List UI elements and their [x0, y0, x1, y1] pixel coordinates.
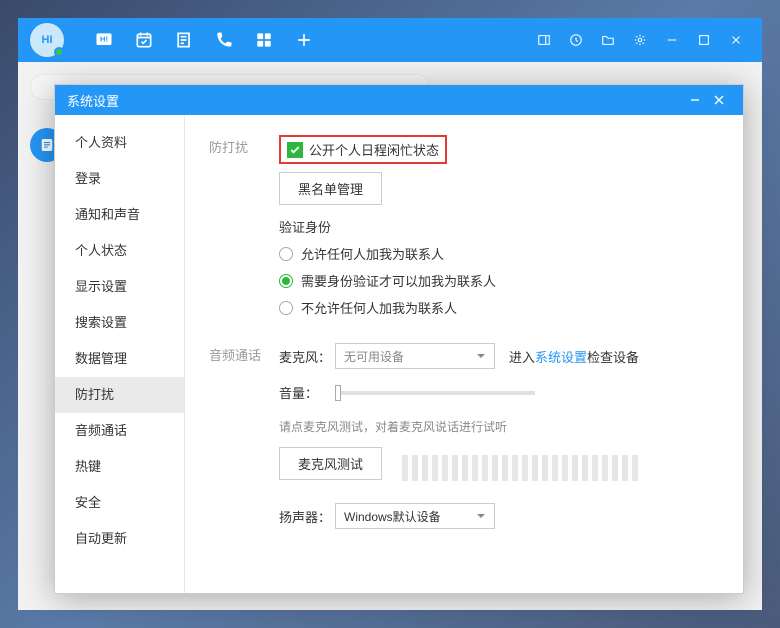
- calendar-tab[interactable]: [124, 18, 164, 62]
- window-tool-icons: [530, 18, 750, 62]
- level-bar: [492, 455, 498, 481]
- verify-radio[interactable]: 不允许任何人加我为联系人: [279, 298, 719, 317]
- nav-item[interactable]: 通知和声音: [55, 197, 184, 233]
- apps-tab[interactable]: [244, 18, 284, 62]
- slider-thumb[interactable]: [335, 385, 341, 401]
- close-icon[interactable]: [722, 18, 750, 62]
- blacklist-button[interactable]: 黑名单管理: [279, 172, 382, 205]
- docs-tab[interactable]: [164, 18, 204, 62]
- panel-icon[interactable]: [530, 18, 558, 62]
- radio-icon: [279, 274, 293, 288]
- level-bar: [472, 455, 478, 481]
- level-bar: [402, 455, 408, 481]
- nav-item[interactable]: 自动更新: [55, 521, 184, 557]
- settings-dialog: 系统设置 个人资料登录通知和声音个人状态显示设置搜索设置数据管理防打扰音频通话热…: [54, 84, 744, 594]
- verify-radio[interactable]: 允许任何人加我为联系人: [279, 244, 719, 263]
- call-tab[interactable]: [204, 18, 244, 62]
- speaker-label: 扬声器：: [279, 507, 335, 526]
- speaker-combo-value: Windows默认设备: [344, 508, 441, 525]
- radio-label: 不允许任何人加我为联系人: [301, 298, 457, 317]
- nav-item[interactable]: 数据管理: [55, 341, 184, 377]
- level-bar: [592, 455, 598, 481]
- level-bar: [582, 455, 588, 481]
- mic-combo-value: 无可用设备: [344, 348, 404, 365]
- level-bar: [622, 455, 628, 481]
- gear-icon[interactable]: [626, 18, 654, 62]
- nav-item[interactable]: 登录: [55, 161, 184, 197]
- radio-icon: [279, 247, 293, 261]
- level-meter: [402, 455, 638, 481]
- section-label-dnd: 防打扰: [209, 135, 279, 325]
- verify-radio[interactable]: 需要身份验证才可以加我为联系人: [279, 271, 719, 290]
- dialog-titlebar: 系统设置: [55, 85, 743, 115]
- nav-item[interactable]: 音频通话: [55, 413, 184, 449]
- nav-item[interactable]: 防打扰: [55, 377, 184, 413]
- level-bar: [632, 455, 638, 481]
- avatar[interactable]: HI: [30, 23, 64, 57]
- checkbox-label: 公开个人日程闲忙状态: [309, 140, 439, 159]
- dialog-title: 系统设置: [67, 91, 683, 110]
- level-bar: [452, 455, 458, 481]
- level-bar: [422, 455, 428, 481]
- volume-slider[interactable]: [335, 391, 535, 395]
- add-tab[interactable]: [284, 18, 324, 62]
- level-bar: [462, 455, 468, 481]
- nav-item[interactable]: 安全: [55, 485, 184, 521]
- level-bar: [572, 455, 578, 481]
- level-bar: [552, 455, 558, 481]
- nav-item[interactable]: 个人资料: [55, 125, 184, 161]
- checkbox-public-schedule[interactable]: [287, 142, 303, 158]
- level-bar: [482, 455, 488, 481]
- verify-heading: 验证身份: [279, 217, 719, 236]
- level-bar: [542, 455, 548, 481]
- folder-icon[interactable]: [594, 18, 622, 62]
- nav-item[interactable]: 个人状态: [55, 233, 184, 269]
- section-label-audio: 音频通话: [209, 343, 279, 543]
- main-toolbar: HI H!: [18, 18, 762, 62]
- level-bar: [522, 455, 528, 481]
- nav-item[interactable]: 热键: [55, 449, 184, 485]
- nav-item[interactable]: 搜索设置: [55, 305, 184, 341]
- level-bar: [442, 455, 448, 481]
- level-bar: [502, 455, 508, 481]
- level-bar: [532, 455, 538, 481]
- radio-label: 需要身份验证才可以加我为联系人: [301, 271, 496, 290]
- nav-item[interactable]: 显示设置: [55, 269, 184, 305]
- mic-test-button[interactable]: 麦克风测试: [279, 447, 382, 480]
- chat-tab[interactable]: H!: [84, 18, 124, 62]
- svg-text:H!: H!: [100, 35, 108, 44]
- settings-nav: 个人资料登录通知和声音个人状态显示设置搜索设置数据管理防打扰音频通话热键安全自动…: [55, 115, 185, 593]
- presence-dot: [54, 47, 64, 57]
- check-device-text: 进入系统设置检查设备: [509, 347, 639, 366]
- level-bar: [602, 455, 608, 481]
- dialog-minimize-icon[interactable]: [683, 85, 707, 115]
- dialog-body: 个人资料登录通知和声音个人状态显示设置搜索设置数据管理防打扰音频通话热键安全自动…: [55, 115, 743, 593]
- level-bar: [412, 455, 418, 481]
- history-icon[interactable]: [562, 18, 590, 62]
- maximize-icon[interactable]: [690, 18, 718, 62]
- minimize-icon[interactable]: [658, 18, 686, 62]
- level-bar: [612, 455, 618, 481]
- level-bar: [432, 455, 438, 481]
- dialog-close-icon[interactable]: [707, 85, 731, 115]
- settings-panel: 防打扰 公开个人日程闲忙状态 黑名单管理 验证身份 允许任何人加我为联系人需要身…: [185, 115, 743, 593]
- mic-combo[interactable]: 无可用设备: [335, 343, 495, 369]
- mic-test-hint: 请点麦克风测试，对着麦克风说话进行试听: [279, 418, 719, 435]
- radio-label: 允许任何人加我为联系人: [301, 244, 444, 263]
- highlight-public-schedule: 公开个人日程闲忙状态: [279, 135, 447, 164]
- speaker-combo[interactable]: Windows默认设备: [335, 503, 495, 529]
- volume-label: 音量：: [279, 383, 335, 402]
- system-settings-link[interactable]: 系统设置: [535, 350, 587, 365]
- mic-label: 麦克风：: [279, 347, 335, 366]
- level-bar: [512, 455, 518, 481]
- level-bar: [562, 455, 568, 481]
- radio-icon: [279, 301, 293, 315]
